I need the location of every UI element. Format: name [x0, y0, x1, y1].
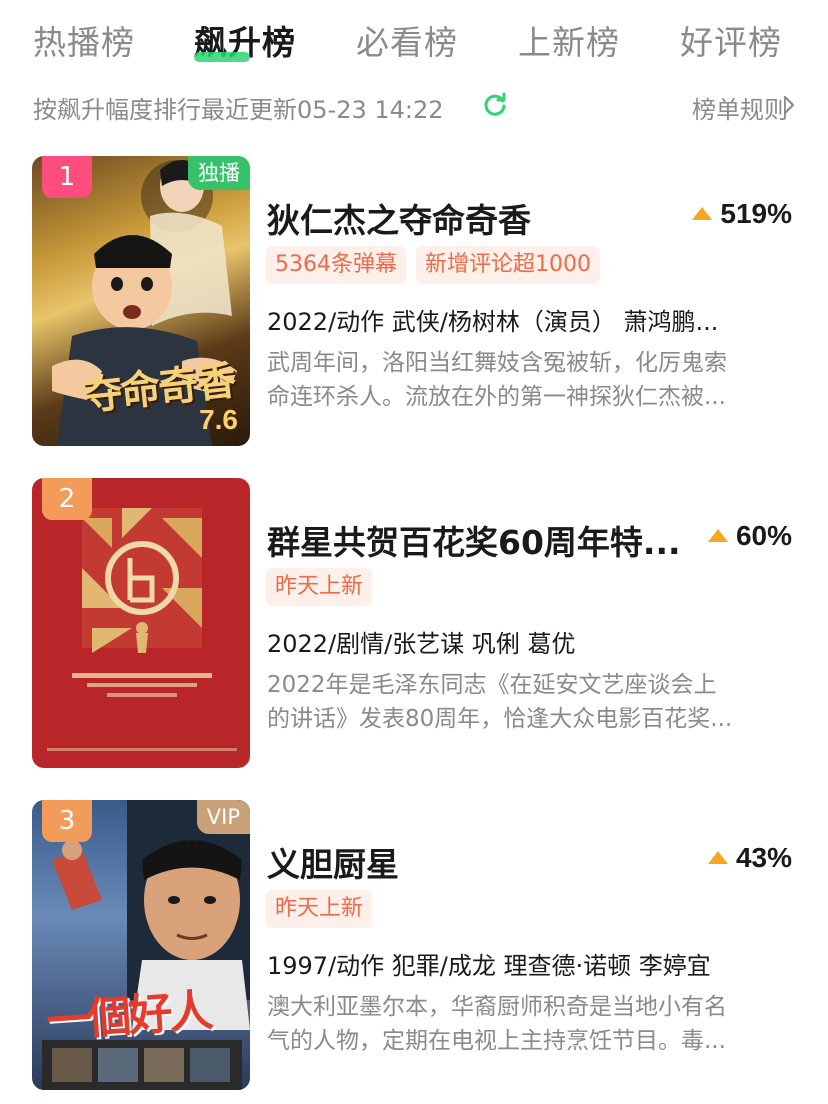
tag-list: 昨天上新	[266, 890, 382, 928]
list-item[interactable]: 2 群星共贺百花奖60周年特... 60% 昨天上新 2022/剧情/张艺谋 巩…	[0, 478, 828, 778]
list-item[interactable]: 一個好人 3 VIP 义胆厨星 43% 昨天上新 1997/动作 犯罪/成龙 理…	[0, 800, 828, 1100]
description-line: 武周年间，洛阳当红舞妓含冤被斩，化厉鬼索	[267, 350, 727, 376]
arrow-up-icon	[692, 207, 713, 220]
item-description: 澳大利亚墨尔本，华裔厨师积奇是当地小有名 气的人物，定期在电视上主持烹饪节目。毒…	[267, 990, 792, 1058]
rise-percent: 519%	[692, 198, 792, 230]
tab-top-rated[interactable]: 好评榜	[680, 16, 782, 64]
description-line: 气的人物，定期在电视上主持烹饪节目。毒...	[267, 1028, 726, 1054]
description-line: 澳大利亚墨尔本，华裔厨师积奇是当地小有名	[267, 994, 727, 1020]
poster-title-text: 一個好人	[44, 985, 212, 1048]
item-title[interactable]: 群星共贺百花奖60周年特...	[267, 516, 681, 564]
tag-list: 5364条弹幕 新增评论超1000	[266, 246, 610, 284]
rating-score: 7.6	[199, 404, 238, 435]
rise-value: 60%	[735, 520, 792, 551]
description-line: 命连环杀人。流放在外的第一神探狄仁杰被...	[267, 384, 726, 410]
list-item[interactable]: 夺命奇香 1 独播 7.6 狄仁杰之夺命奇香 519% 5364条弹幕 新增评论超…	[0, 156, 828, 456]
sort-info-bar: 按飙升幅度排行最近更新05-23 14:22 榜单规则	[0, 86, 828, 126]
item-title[interactable]: 义胆厨星	[267, 838, 399, 886]
item-title[interactable]: 狄仁杰之夺命奇香	[267, 194, 531, 242]
item-description: 武周年间，洛阳当红舞妓含冤被斩，化厉鬼索 命连环杀人。流放在外的第一神探狄仁杰被…	[267, 346, 792, 414]
arrow-up-icon	[707, 529, 728, 542]
item-meta: 2022/动作 武侠/杨树林（演员） 萧鸿鹏...	[267, 308, 719, 336]
poster-image[interactable]: 2	[32, 478, 250, 768]
poster-image[interactable]: 一個好人 3 VIP	[32, 800, 250, 1090]
tag-list: 昨天上新	[266, 568, 382, 606]
ranking-tabs: 热播榜 飙升榜 必看榜 上新榜 好评榜	[0, 0, 828, 80]
tag-comments: 新增评论超1000	[416, 246, 600, 284]
ranking-rules-link[interactable]: 榜单规则	[692, 90, 788, 125]
tab-must-watch[interactable]: 必看榜	[356, 16, 458, 64]
tag-new-yesterday: 昨天上新	[266, 568, 373, 606]
tag-danmaku: 5364条弹幕	[266, 246, 406, 284]
poster-image[interactable]: 夺命奇香 1 独播 7.6	[32, 156, 250, 446]
rise-value: 43%	[735, 842, 792, 873]
poster-art	[47, 508, 237, 751]
description-line: 的讲话》发表80周年，恰逢大众电影百花奖...	[267, 706, 733, 732]
chevron-right-icon	[783, 95, 795, 115]
arrow-up-icon	[707, 851, 728, 864]
rise-value: 519%	[720, 198, 792, 229]
rank-badge: 2	[42, 478, 92, 520]
description-line: 2022年是毛泽东同志《在延安文艺座谈会上	[267, 672, 717, 698]
tag-new-yesterday: 昨天上新	[266, 890, 373, 928]
tab-hot[interactable]: 热播榜	[33, 16, 135, 64]
rise-percent: 60%	[707, 520, 792, 552]
vip-badge: VIP	[196, 800, 250, 834]
active-tab-indicator	[194, 52, 250, 62]
tab-new[interactable]: 上新榜	[518, 16, 620, 64]
item-meta: 1997/动作 犯罪/成龙 理查德·诺顿 李婷宜	[267, 952, 711, 980]
rank-badge: 1	[42, 156, 92, 198]
rise-percent: 43%	[707, 842, 792, 874]
item-meta: 2022/剧情/张艺谋 巩俐 葛优	[267, 630, 576, 658]
exclusive-badge: 独播	[188, 156, 250, 190]
rank-badge: 3	[42, 800, 92, 842]
sort-update-text: 按飙升幅度排行最近更新05-23 14:22	[33, 96, 444, 124]
item-description: 2022年是毛泽东同志《在延安文艺座谈会上 的讲话》发表80周年，恰逢大众电影百…	[267, 668, 792, 736]
refresh-icon[interactable]	[482, 92, 508, 118]
